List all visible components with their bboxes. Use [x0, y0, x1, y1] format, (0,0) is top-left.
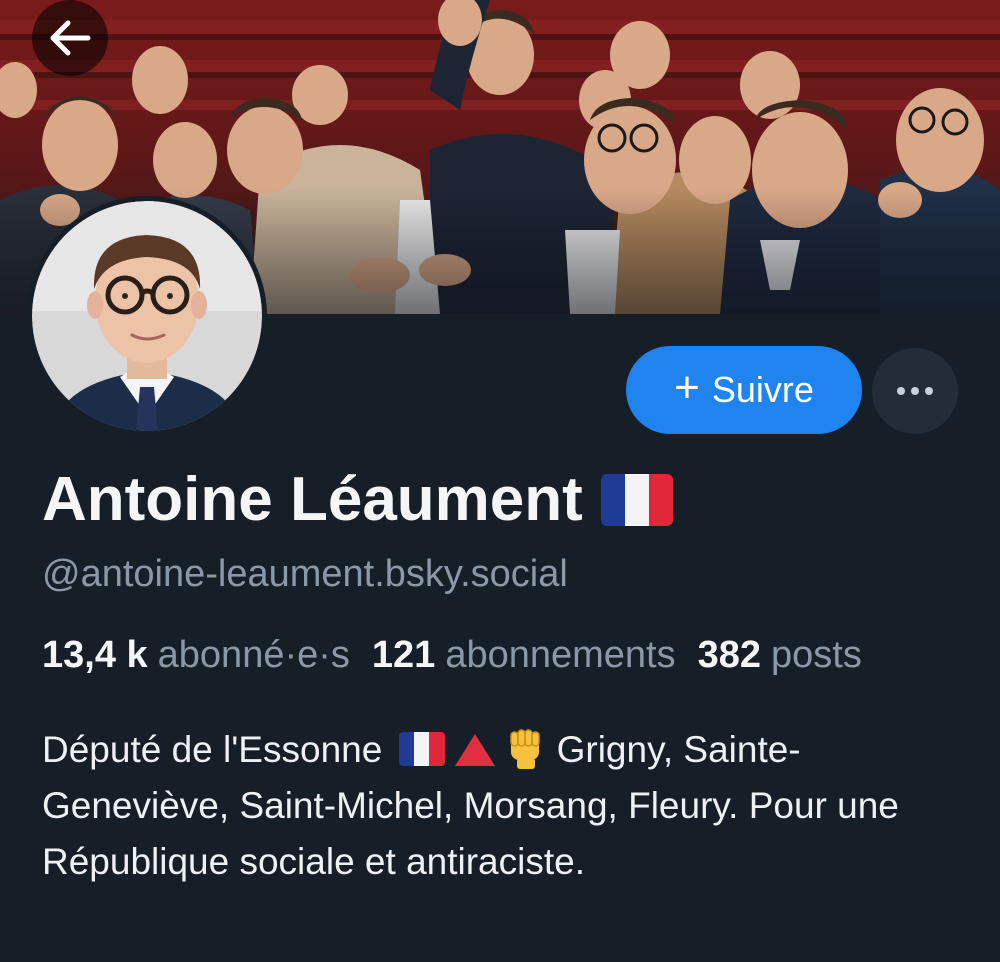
more-options-button[interactable] — [872, 348, 958, 434]
bio-text-line1-end: Grigny, — [556, 729, 674, 770]
display-name: Antoine Léaument — [42, 465, 583, 534]
red-triangle-emoji — [454, 734, 495, 766]
followers-stat[interactable]: 13,4 k abonné·e·s — [42, 634, 350, 677]
back-button[interactable] — [32, 0, 108, 76]
posts-count: 382 — [697, 634, 762, 676]
french-flag-emoji — [398, 732, 445, 766]
profile-stats: 13,4 k abonné·e·s 121 abonnements 382 po… — [42, 634, 1000, 677]
follow-button[interactable]: + Suivre — [626, 346, 862, 434]
avatar-photo — [32, 201, 262, 431]
french-flag-emoji — [600, 473, 673, 526]
arrow-left-icon — [50, 20, 91, 56]
avatar[interactable] — [27, 196, 267, 436]
followers-label: abonné·e·s — [157, 634, 350, 676]
raised-fist-emoji — [509, 729, 540, 769]
bio-text-start: Député de l'Essonne — [42, 729, 383, 770]
following-label: abonnements — [445, 634, 676, 676]
ellipsis-icon — [897, 387, 933, 395]
follow-label: Suivre — [711, 369, 814, 410]
posts-stat: 382 posts — [698, 634, 862, 677]
following-count: 121 — [371, 634, 436, 676]
following-stat[interactable]: 121 abonnements — [372, 634, 676, 677]
posts-label: posts — [771, 634, 862, 676]
plus-icon: + — [674, 363, 700, 412]
profile-handle: @antoine-leaument.bsky.social — [42, 553, 568, 595]
display-name-row: Antoine Léaument — [42, 464, 673, 535]
followers-count: 13,4 k — [42, 634, 148, 676]
profile-bio: Député de l'Essonne Grigny, Sainte-Genev… — [42, 722, 942, 890]
